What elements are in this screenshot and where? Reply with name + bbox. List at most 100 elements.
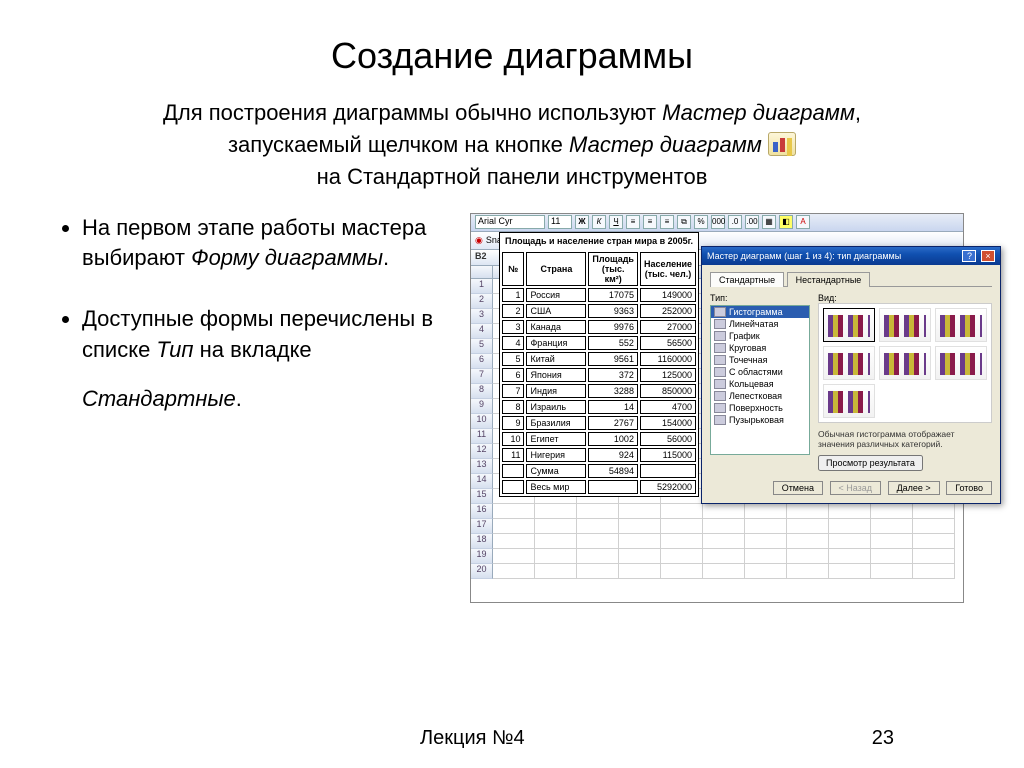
- chart-type-item[interactable]: Точечная: [711, 354, 809, 366]
- table-row: 1Россия17075149000: [502, 288, 696, 302]
- chart-type-label: Пузырьковая: [729, 415, 784, 425]
- table-row: 4Франция55256500: [502, 336, 696, 350]
- row-header[interactable]: 11: [471, 429, 493, 444]
- th-num: №: [502, 252, 524, 286]
- subtype-6[interactable]: [935, 346, 987, 380]
- comma-button[interactable]: 000: [711, 215, 725, 229]
- chart-type-icon: [714, 307, 726, 317]
- chart-type-icon: [714, 379, 726, 389]
- subtype-1[interactable]: [823, 308, 875, 342]
- chart-type-item[interactable]: Круговая: [711, 342, 809, 354]
- align-left-button[interactable]: ≡: [626, 215, 640, 229]
- row-header[interactable]: 10: [471, 414, 493, 429]
- row-header[interactable]: 8: [471, 384, 493, 399]
- underline-button[interactable]: Ч: [609, 215, 623, 229]
- wizard-titlebar[interactable]: Мастер диаграмм (шаг 1 из 4): тип диагра…: [702, 247, 1000, 265]
- back-button: < Назад: [830, 481, 882, 495]
- chart-type-icon: [714, 319, 726, 329]
- intro-line3: на Стандартной панели инструментов: [317, 164, 708, 189]
- chart-wizard-dialog: Мастер диаграмм (шаг 1 из 4): тип диагра…: [701, 246, 1001, 504]
- close-button[interactable]: ×: [981, 250, 995, 262]
- chart-type-list[interactable]: ГистограммаЛинейчатаяГрафикКруговая Точеч…: [710, 305, 810, 455]
- table-row: 8Израиль144700: [502, 400, 696, 414]
- chart-wizard-icon: [768, 132, 796, 156]
- sum-area: 54894: [588, 464, 638, 478]
- b2b: Тип: [156, 337, 193, 362]
- subtype-description: Обычная гистограмма отображает значения …: [818, 429, 992, 449]
- fill-color-button[interactable]: ◧: [779, 215, 793, 229]
- align-center-button[interactable]: ≡: [643, 215, 657, 229]
- subtype-2[interactable]: [879, 308, 931, 342]
- row-header[interactable]: 18: [471, 534, 493, 549]
- chart-type-item[interactable]: Лепестковая: [711, 390, 809, 402]
- row-header[interactable]: 14: [471, 474, 493, 489]
- row-header[interactable]: 13: [471, 459, 493, 474]
- table-row: 7Индия3288850000: [502, 384, 696, 398]
- row-header[interactable]: 15: [471, 489, 493, 504]
- chart-type-label: Точечная: [729, 355, 768, 365]
- borders-button[interactable]: ▦: [762, 215, 776, 229]
- size-select[interactable]: 11: [548, 215, 572, 229]
- tab-standard[interactable]: Стандартные: [710, 272, 784, 287]
- chart-type-item[interactable]: График: [711, 330, 809, 342]
- row-header[interactable]: 5: [471, 339, 493, 354]
- b2e: .: [236, 386, 242, 411]
- row-header[interactable]: 4: [471, 324, 493, 339]
- inc-decimal-button[interactable]: .0: [728, 215, 742, 229]
- subtype-7[interactable]: [823, 384, 875, 418]
- th-pop: Население (тыс. чел.): [640, 252, 696, 286]
- chart-subtype-grid[interactable]: [818, 303, 992, 423]
- chart-type-item[interactable]: Пузырьковая: [711, 414, 809, 426]
- bullet-1: На первом этапе работы мастера выбирают …: [82, 213, 440, 275]
- chart-type-item[interactable]: Поверхность: [711, 402, 809, 414]
- table-title: Площадь и население стран мира в 2005г.: [502, 235, 696, 250]
- subtype-3[interactable]: [935, 308, 987, 342]
- cancel-button[interactable]: Отмена: [773, 481, 823, 495]
- chart-type-label: Линейчатая: [729, 319, 778, 329]
- row-header[interactable]: 9: [471, 399, 493, 414]
- chart-type-label: Кольцевая: [729, 379, 774, 389]
- row-header[interactable]: 3: [471, 309, 493, 324]
- row-header[interactable]: 1: [471, 279, 493, 294]
- row-header[interactable]: 6: [471, 354, 493, 369]
- chart-type-icon: [714, 367, 726, 377]
- chart-type-item[interactable]: Кольцевая: [711, 378, 809, 390]
- chart-type-item[interactable]: С областями: [711, 366, 809, 378]
- row-header[interactable]: 19: [471, 549, 493, 564]
- subtype-5[interactable]: [879, 346, 931, 380]
- row-header[interactable]: 17: [471, 519, 493, 534]
- bold-button[interactable]: Ж: [575, 215, 589, 229]
- table-row: 3Канада997627000: [502, 320, 696, 334]
- chart-type-item[interactable]: Гистограмма: [711, 306, 809, 318]
- font-color-button[interactable]: A: [796, 215, 810, 229]
- snagit-icon: ◉: [475, 235, 483, 246]
- align-right-button[interactable]: ≡: [660, 215, 674, 229]
- data-table: Площадь и население стран мира в 2005г. …: [499, 232, 699, 497]
- chart-type-label: Поверхность: [729, 403, 783, 413]
- subtype-4[interactable]: [823, 346, 875, 380]
- merge-button[interactable]: ⧉: [677, 215, 691, 229]
- bullet-2: Доступные формы перечислены в списке Тип…: [82, 304, 440, 414]
- row-header[interactable]: 7: [471, 369, 493, 384]
- row-header[interactable]: 2: [471, 294, 493, 309]
- chart-type-label: Круговая: [729, 343, 766, 353]
- chart-type-icon: [714, 331, 726, 341]
- excel-screenshot: Arial Cyr 11 Ж К Ч ≡ ≡ ≡ ⧉ % 000 .0 .00 …: [470, 213, 964, 603]
- chart-type-icon: [714, 403, 726, 413]
- wizard-tabs: Стандартные Нестандартные: [710, 271, 992, 287]
- italic-button[interactable]: К: [592, 215, 606, 229]
- preview-result-button[interactable]: Просмотр результата: [818, 455, 923, 471]
- next-button[interactable]: Далее >: [888, 481, 940, 495]
- font-select[interactable]: Arial Cyr: [475, 215, 545, 229]
- row-header[interactable]: 20: [471, 564, 493, 579]
- chart-type-item[interactable]: Линейчатая: [711, 318, 809, 330]
- row-header[interactable]: 12: [471, 444, 493, 459]
- finish-button[interactable]: Готово: [946, 481, 992, 495]
- dec-decimal-button[interactable]: .00: [745, 215, 759, 229]
- help-button[interactable]: ?: [962, 250, 976, 262]
- table-row: 11Нигерия924115000: [502, 448, 696, 462]
- percent-button[interactable]: %: [694, 215, 708, 229]
- view-label: Вид:: [818, 293, 992, 303]
- row-header[interactable]: 16: [471, 504, 493, 519]
- tab-custom[interactable]: Нестандартные: [787, 272, 871, 287]
